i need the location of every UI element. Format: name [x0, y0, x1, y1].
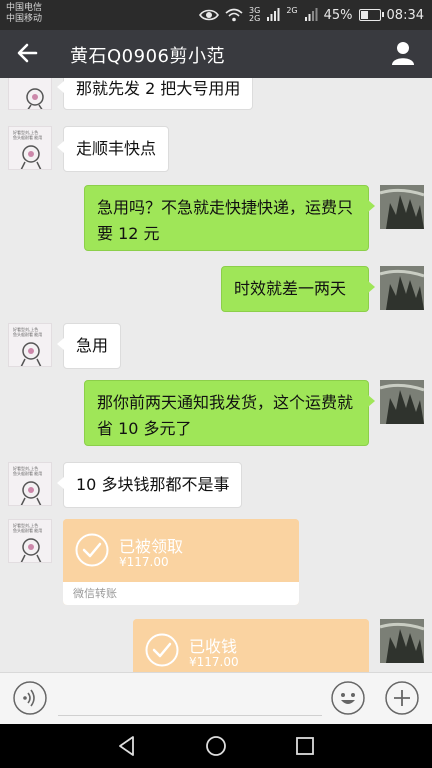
nav-back-icon[interactable] — [115, 734, 139, 758]
transfer-status: 已收钱 — [189, 637, 238, 656]
chat-header: 黄石Q0906剪小范 — [0, 30, 432, 78]
user-avatar[interactable] — [380, 380, 424, 424]
chat-title: 黄石Q0906剪小范 — [70, 46, 225, 67]
message-text: 时效就差一两天 — [234, 279, 347, 298]
message-text: 那你前两天通知我发货，这个运费就省 10 多元了 — [97, 393, 354, 438]
transfer-status: 已被领取 — [119, 537, 184, 556]
signal-icon — [267, 8, 280, 21]
user-avatar-art — [380, 185, 424, 229]
battery-icon — [358, 9, 384, 21]
carrier-info: 中国电信 中国移动 — [6, 3, 42, 25]
check-circle-icon — [145, 633, 179, 667]
message-bubble-in[interactable]: 10 多块钱那都不是事 — [56, 462, 243, 508]
status-bar: 中国电信 中国移动 3G 2G 2G 45% 08:34 — [0, 0, 432, 30]
contact-avatar[interactable]: 好看型刘,上色 鱼头般耐看 能用 — [8, 126, 52, 170]
user-avatar[interactable] — [380, 185, 424, 229]
battery-percent: 45% — [323, 7, 353, 23]
transfer-footer: 微信转账 — [63, 582, 299, 605]
contact-avatar[interactable] — [8, 78, 52, 110]
transfer-card-body: 已被领取 ¥117.00 — [63, 519, 299, 582]
message-bubble-in[interactable]: 急用 — [56, 323, 122, 369]
emoji-icon[interactable] — [331, 681, 365, 715]
user-avatar-art — [380, 619, 424, 663]
wifi-icon — [225, 8, 243, 22]
carrier-2: 中国移动 — [6, 14, 43, 24]
check-circle-icon — [75, 533, 109, 567]
contact-avatar[interactable]: 好看型刘,上色 鱼头般耐看 能用 — [8, 462, 52, 506]
message-input[interactable] — [58, 685, 322, 716]
system-nav-bar — [0, 724, 432, 768]
chat-area[interactable]: 那就先发 2 把大号用用 好看型刘,上色 鱼头般耐看 能用 走顺丰快点 急用吗？… — [0, 78, 432, 672]
user-avatar-art — [380, 266, 424, 310]
message-text: 10 多块钱那都不是事 — [76, 475, 230, 494]
contact-avatar[interactable]: 好看型刘,上色 鱼头般耐看 能用 — [8, 519, 52, 563]
contact-avatar-art — [20, 481, 42, 505]
message-bubble-in[interactable]: 那就先发 2 把大号用用 — [56, 78, 254, 110]
nav-recent-icon[interactable] — [293, 734, 317, 758]
status-icons: 3G 2G 2G 45% 08:34 — [199, 5, 424, 25]
nav-home-icon[interactable] — [204, 734, 228, 758]
network-2g: 2G — [286, 6, 298, 15]
message-bubble-out[interactable]: 时效就差一两天 — [221, 266, 375, 312]
clock: 08:34 — [386, 7, 424, 23]
contact-avatar-art — [20, 145, 42, 169]
message-text: 急用 — [76, 336, 109, 355]
person-icon[interactable] — [390, 40, 416, 66]
contact-avatar-art — [20, 342, 42, 366]
transfer-card-body: 已收钱 ¥117.00 — [133, 619, 369, 672]
carrier-1: 中国电信 — [6, 3, 43, 13]
user-avatar[interactable] — [380, 619, 424, 663]
eye-icon — [199, 9, 219, 21]
transfer-amount: ¥117.00 — [189, 655, 239, 669]
input-bar — [0, 672, 432, 724]
message-text: 急用吗？不急就走快捷快递，运费只要 12 元 — [97, 198, 354, 243]
message-bubble-in[interactable]: 走顺丰快点 — [56, 126, 170, 172]
contact-avatar[interactable]: 好看型刘,上色 鱼头般耐看 能用 — [8, 323, 52, 367]
message-text: 走顺丰快点 — [76, 139, 157, 158]
transfer-card-out[interactable]: 已收钱 ¥117.00 — [133, 619, 369, 672]
user-avatar[interactable] — [380, 266, 424, 310]
plus-icon[interactable] — [385, 681, 419, 715]
network-3g: 3G 2G — [249, 6, 261, 23]
message-bubble-out[interactable]: 急用吗？不急就走快捷快递，运费只要 12 元 — [84, 185, 375, 251]
transfer-amount: ¥117.00 — [119, 555, 169, 569]
message-text: 那就先发 2 把大号用用 — [76, 79, 241, 98]
voice-icon[interactable] — [13, 681, 47, 715]
user-avatar-art — [380, 380, 424, 424]
message-bubble-out[interactable]: 那你前两天通知我发货，这个运费就省 10 多元了 — [84, 380, 375, 446]
battery-level — [360, 11, 369, 19]
contact-avatar-art — [20, 538, 42, 562]
contact-avatar-art — [26, 88, 44, 109]
transfer-card-in[interactable]: 已被领取 ¥117.00 微信转账 — [63, 519, 299, 605]
arrow-left-icon[interactable] — [14, 39, 42, 67]
signal-icon-2 — [304, 8, 318, 21]
